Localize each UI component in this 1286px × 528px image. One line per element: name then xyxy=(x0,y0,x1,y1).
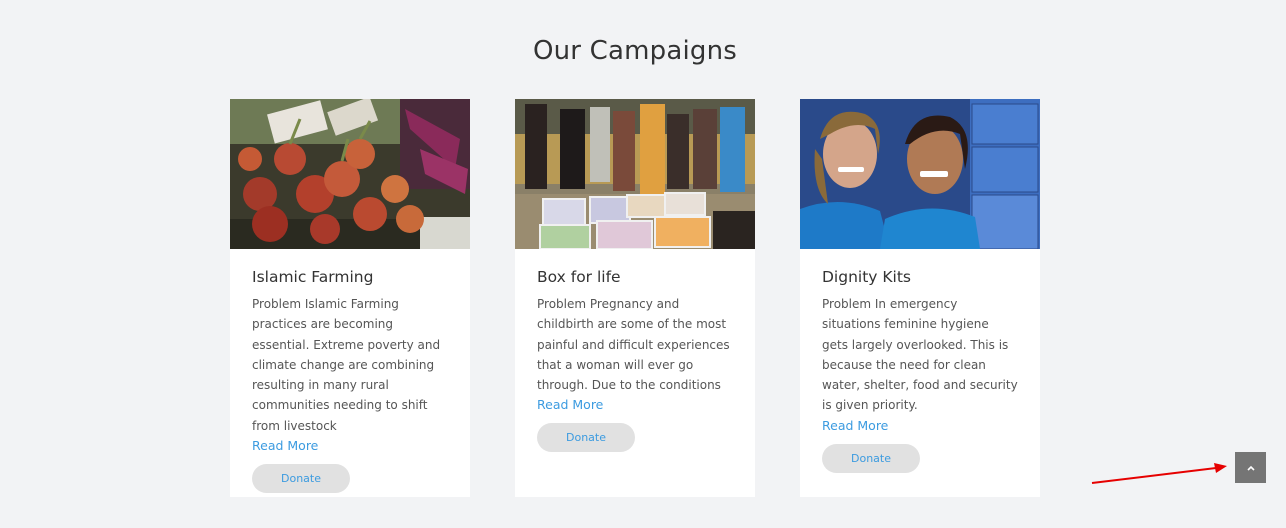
read-more-link[interactable]: Read More xyxy=(822,416,1018,436)
section-title: Our Campaigns xyxy=(532,36,738,66)
donate-button[interactable]: Donate xyxy=(537,423,635,453)
read-more-link[interactable]: Read More xyxy=(252,436,448,456)
campaign-card: Islamic Farming Problem Islamic Farming … xyxy=(230,99,470,497)
campaign-description: Problem Pregnancy and childbirth are som… xyxy=(537,297,730,393)
campaign-card: Box for life Problem Pregnancy and child… xyxy=(515,99,755,497)
campaign-image[interactable] xyxy=(515,99,755,249)
campaign-card: Dignity Kits Problem In emergency situat… xyxy=(800,99,1040,497)
campaign-title: Islamic Farming xyxy=(252,268,374,286)
campaign-image[interactable] xyxy=(800,99,1040,249)
campaign-description: Problem In emergency situations feminine… xyxy=(822,297,1018,413)
campaign-description: Problem Islamic Farming practices are be… xyxy=(252,297,441,433)
donate-button[interactable]: Donate xyxy=(822,443,920,473)
chevron-up-icon xyxy=(1246,465,1255,471)
read-more-link[interactable]: Read More xyxy=(537,395,733,415)
campaign-title: Dignity Kits xyxy=(822,268,912,286)
red-arrow-annotation xyxy=(1091,463,1227,484)
campaign-image[interactable] xyxy=(230,99,470,249)
scroll-to-top-button[interactable] xyxy=(1235,452,1266,483)
campaign-title: Box for life xyxy=(537,268,621,286)
donate-button[interactable]: Donate xyxy=(252,464,350,494)
